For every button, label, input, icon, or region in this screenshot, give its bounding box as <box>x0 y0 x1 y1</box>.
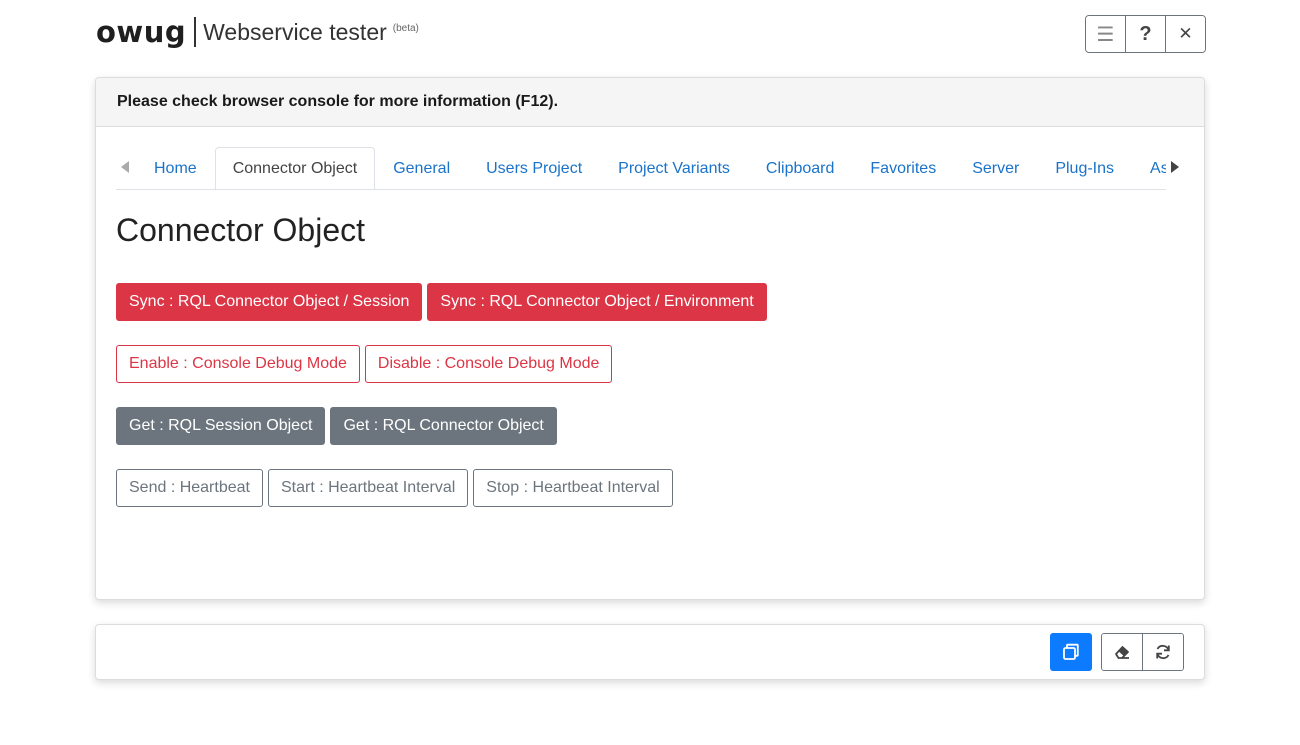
brand: owug Webservice tester (beta) <box>96 16 419 48</box>
sync-environment-button[interactable]: Sync : RQL Connector Object / Environmen… <box>427 283 767 321</box>
close-button[interactable]: ✕ <box>1165 16 1205 52</box>
send-heartbeat-button[interactable]: Send : Heartbeat <box>116 469 263 507</box>
tab-favorites[interactable]: Favorites <box>852 147 954 189</box>
logo: owug <box>96 15 187 49</box>
tab-project-variants[interactable]: Project Variants <box>600 147 748 189</box>
eraser-icon <box>1115 646 1129 659</box>
sync-session-button[interactable]: Sync : RQL Connector Object / Session <box>116 283 423 321</box>
get-button-row: Get : RQL Session Object Get : RQL Conne… <box>116 407 557 445</box>
tab-list: Home Connector Object General Users Proj… <box>136 147 1166 189</box>
page-title: Connector Object <box>116 212 366 248</box>
card-header: Please check browser console for more in… <box>96 78 1204 127</box>
tab-asynchronous[interactable]: Asynchronous <box>1132 147 1166 189</box>
brand-divider <box>194 17 197 47</box>
app-root: owug Webservice tester (beta) ☰ ? ✕ Plea… <box>0 0 1300 745</box>
window-button-group: ☰ ? ✕ <box>1085 15 1206 53</box>
refresh-button[interactable] <box>1142 634 1183 670</box>
tab-users-project[interactable]: Users Project <box>468 147 600 189</box>
console-notice: Please check browser console for more in… <box>117 93 559 110</box>
clear-button[interactable] <box>1102 634 1142 670</box>
start-heartbeat-button[interactable]: Start : Heartbeat Interval <box>267 469 469 507</box>
beta-badge: (beta) <box>392 23 419 34</box>
tab-bar: Home Connector Object General Users Proj… <box>116 147 1179 190</box>
get-connector-object-button[interactable]: Get : RQL Connector Object <box>330 407 557 445</box>
footer-card <box>95 624 1205 680</box>
app-header: owug Webservice tester (beta) ☰ ? ✕ <box>96 12 1206 56</box>
tab-clipboard[interactable]: Clipboard <box>748 147 852 189</box>
stop-heartbeat-button[interactable]: Stop : Heartbeat Interval <box>473 469 673 507</box>
tab-scroll-left-icon[interactable] <box>121 161 129 173</box>
refresh-icon <box>1156 644 1170 660</box>
get-session-object-button[interactable]: Get : RQL Session Object <box>116 407 326 445</box>
tab-general[interactable]: General <box>375 147 468 189</box>
close-icon: ✕ <box>1178 24 1193 43</box>
help-button[interactable]: ? <box>1125 16 1165 52</box>
main-card: Please check browser console for more in… <box>95 77 1205 600</box>
disable-debug-button[interactable]: Disable : Console Debug Mode <box>364 345 613 383</box>
tab-connector-object[interactable]: Connector Object <box>214 147 376 189</box>
app-title: Webservice tester <box>203 19 387 45</box>
menu-icon: ☰ <box>1096 23 1115 46</box>
tab-home[interactable]: Home <box>136 147 215 189</box>
sync-button-row: Sync : RQL Connector Object / Session Sy… <box>116 283 767 321</box>
debug-button-row: Enable : Console Debug Mode Disable : Co… <box>116 345 613 383</box>
help-icon: ? <box>1139 22 1152 45</box>
footer-button-group <box>1101 633 1184 671</box>
copy-button[interactable] <box>1050 633 1092 671</box>
tab-scroll-right-icon[interactable] <box>1171 161 1179 173</box>
tab-plug-ins[interactable]: Plug-Ins <box>1037 147 1132 189</box>
enable-debug-button[interactable]: Enable : Console Debug Mode <box>116 345 360 383</box>
menu-button[interactable]: ☰ <box>1086 16 1125 52</box>
heartbeat-button-row: Send : Heartbeat Start : Heartbeat Inter… <box>116 469 673 507</box>
copy-icon <box>1063 643 1079 660</box>
tab-server[interactable]: Server <box>954 147 1037 189</box>
